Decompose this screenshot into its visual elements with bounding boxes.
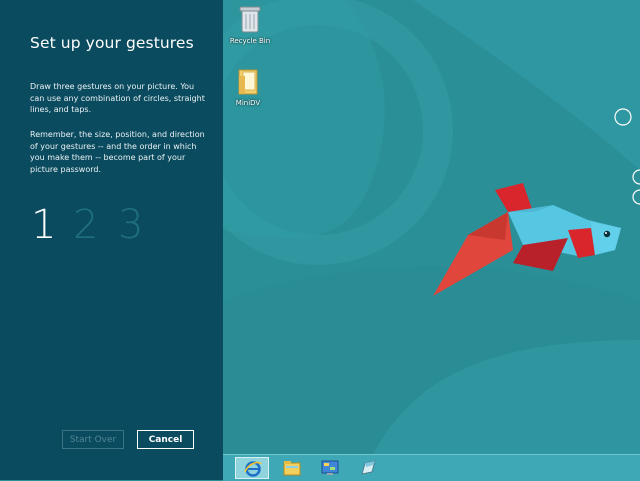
panel-title: Set up your gestures — [30, 34, 194, 52]
desktop-icon-minidv[interactable]: MiniDV — [223, 66, 273, 107]
taskbar-file-explorer[interactable] — [275, 457, 309, 479]
gesture-setup-panel: Set up your gestures Draw three gestures… — [0, 0, 223, 480]
desktop-icon-recycle-bin[interactable]: Recycle Bin — [225, 4, 275, 45]
recycle-bin-icon — [239, 6, 261, 33]
desktop-icon-label: MiniDV — [235, 99, 261, 107]
taskbar-internet-explorer[interactable] — [235, 457, 269, 479]
file-explorer-icon — [283, 461, 301, 476]
wallpaper-graphic — [223, 0, 640, 454]
taskbar-control-panel[interactable] — [313, 457, 347, 479]
cancel-button[interactable]: Cancel — [137, 430, 194, 449]
folder-icon — [238, 69, 258, 95]
taskbar-paint[interactable] — [351, 457, 385, 479]
start-over-button[interactable]: Start Over — [62, 430, 124, 449]
desktop-icon-label: Recycle Bin — [229, 37, 271, 45]
step-indicator-2: 2 — [73, 202, 99, 248]
control-panel-icon — [321, 460, 339, 475]
taskbar — [223, 454, 640, 481]
instructions-paragraph-2: Remember, the size, position, and direct… — [30, 130, 205, 174]
internet-explorer-icon — [244, 461, 262, 477]
desktop-picture[interactable]: Recycle Bin MiniDV — [223, 0, 640, 454]
step-indicator-1: 1 — [31, 202, 57, 248]
instructions-paragraph-1: Draw three gestures on your picture. You… — [30, 82, 205, 114]
step-indicator-3: 3 — [118, 202, 144, 248]
paint-icon — [361, 460, 376, 475]
